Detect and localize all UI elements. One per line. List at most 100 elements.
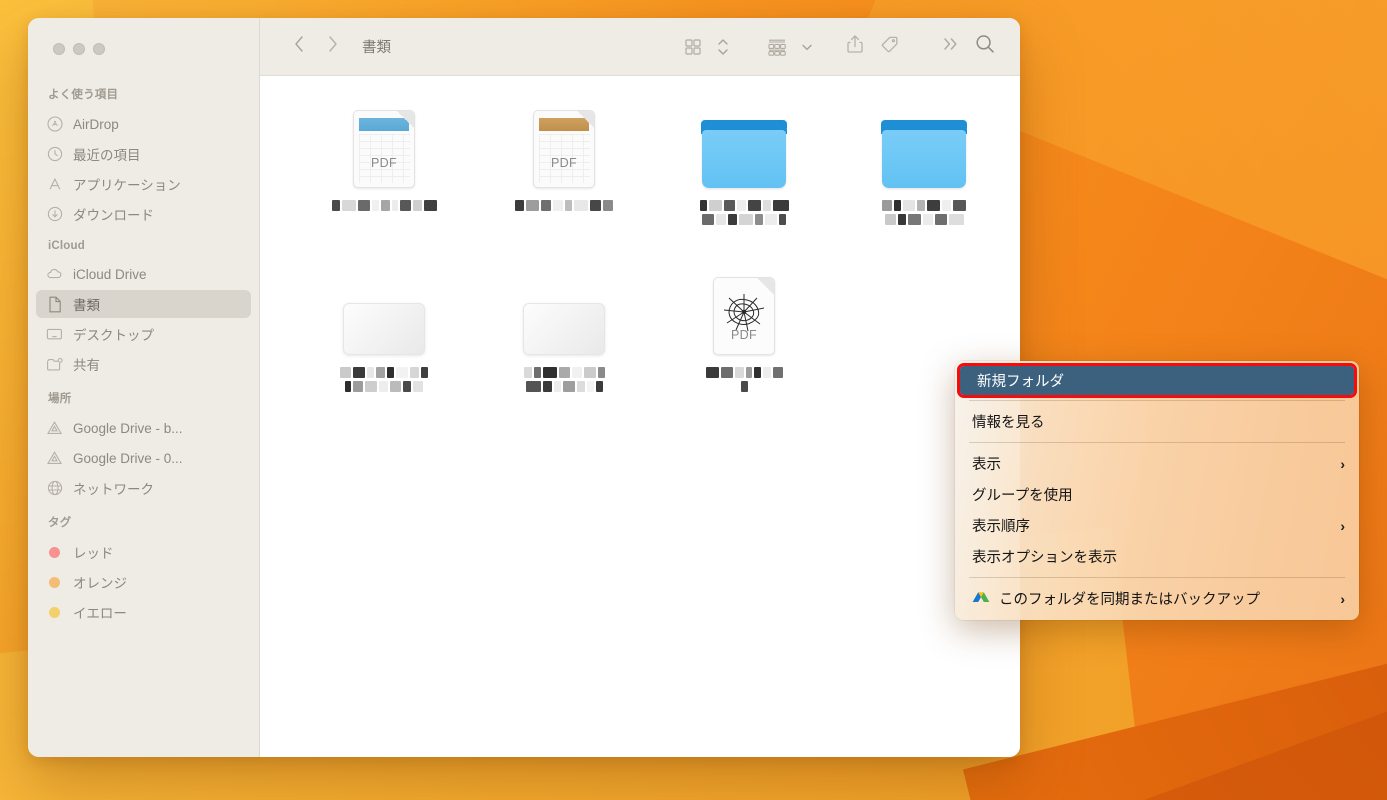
sidebar-item-tag-red[interactable]: レッド bbox=[36, 538, 251, 566]
view-mode-control[interactable] bbox=[680, 32, 736, 62]
sidebar-item-desktop[interactable]: デスクトップ bbox=[36, 320, 251, 348]
file-item[interactable] bbox=[294, 265, 474, 420]
file-thumbnail: PDF bbox=[713, 275, 775, 355]
file-thumbnail: PDF bbox=[353, 108, 415, 188]
chevron-right-icon: › bbox=[1340, 455, 1345, 472]
chevron-right-icon: › bbox=[1340, 517, 1345, 534]
sidebar-item-label: ダウンロード bbox=[73, 208, 154, 223]
pdf-document-icon: PDF bbox=[533, 110, 595, 188]
sidebar-item-label: iCloud Drive bbox=[73, 266, 147, 282]
sidebar-item-documents[interactable]: 書類 bbox=[36, 290, 251, 318]
context-menu-item-show-view-options[interactable]: 表示オプションを表示 bbox=[955, 541, 1359, 572]
sidebar-item-label: 書類 bbox=[73, 298, 100, 313]
finder-context-menu: 新規フォルダ 情報を見る 表示 › グループを使用 表示順序 › 表示オプション… bbox=[955, 361, 1359, 620]
sidebar-section-locations-title: 場所 bbox=[48, 393, 72, 405]
finder-main-pane: 書類 PDF PDF PDF bbox=[260, 18, 1020, 757]
context-menu-item-use-groups[interactable]: グループを使用 bbox=[955, 479, 1359, 510]
file-name-redacted bbox=[850, 200, 998, 225]
chevron-up-down-icon[interactable] bbox=[710, 32, 736, 62]
finder-window: よく使う項目 AirDrop 最近の項目 アプリケーション ダウンロード iCl… bbox=[28, 18, 1020, 757]
google-drive-icon bbox=[972, 591, 990, 607]
context-menu-item-get-info[interactable]: 情報を見る bbox=[955, 406, 1359, 437]
file-name-redacted bbox=[490, 367, 638, 392]
file-name-redacted bbox=[310, 367, 458, 392]
chevron-right-icon bbox=[327, 34, 339, 59]
file-name-redacted bbox=[310, 200, 458, 211]
menu-separator bbox=[969, 442, 1345, 443]
sidebar-item-label: 最近の項目 bbox=[73, 148, 141, 163]
group-by-control[interactable] bbox=[764, 32, 820, 62]
minimize-button[interactable] bbox=[73, 43, 85, 55]
finder-file-area[interactable]: PDF PDF PDF bbox=[260, 76, 1020, 757]
network-icon bbox=[46, 480, 63, 497]
double-chevron-right-icon bbox=[941, 35, 961, 58]
menu-separator bbox=[969, 577, 1345, 578]
sidebar-item-tag-orange[interactable]: オレンジ bbox=[36, 568, 251, 596]
more-toolbar-items-button[interactable] bbox=[934, 32, 968, 62]
google-drive-icon bbox=[46, 450, 63, 467]
finder-sidebar: よく使う項目 AirDrop 最近の項目 アプリケーション ダウンロード iCl… bbox=[28, 18, 260, 757]
context-menu-item-sort-order[interactable]: 表示順序 › bbox=[955, 510, 1359, 541]
sidebar-item-icloud-drive[interactable]: iCloud Drive bbox=[36, 260, 251, 288]
file-item[interactable]: PDF bbox=[294, 98, 474, 253]
file-item[interactable]: PDF bbox=[474, 98, 654, 253]
wallpaper-band-bottom-right-2 bbox=[1108, 669, 1387, 800]
sidebar-item-label: ネットワーク bbox=[73, 482, 154, 497]
pdf-spiderweb-icon: PDF bbox=[713, 277, 775, 355]
sidebar-item-label: Google Drive - 0... bbox=[73, 450, 183, 466]
sidebar-item-label: AirDrop bbox=[73, 116, 119, 132]
wallpaper-band-bottom-right bbox=[962, 619, 1387, 800]
forward-button[interactable] bbox=[316, 32, 350, 62]
blank-document-icon bbox=[343, 303, 425, 355]
airdrop-icon bbox=[46, 116, 63, 133]
sidebar-item-google-drive-0[interactable]: Google Drive - 0... bbox=[36, 444, 251, 472]
share-button[interactable] bbox=[838, 32, 872, 62]
desktop-icon bbox=[46, 326, 63, 343]
window-traffic-lights bbox=[28, 18, 259, 76]
sidebar-item-recents[interactable]: 最近の項目 bbox=[36, 140, 251, 168]
tag-dot-red-icon bbox=[46, 544, 63, 561]
close-button[interactable] bbox=[53, 43, 65, 55]
sidebar-item-downloads[interactable]: ダウンロード bbox=[36, 200, 251, 228]
file-item[interactable] bbox=[834, 98, 1014, 253]
folder-icon bbox=[881, 120, 967, 188]
sidebar-item-label: レッド bbox=[73, 546, 114, 561]
sidebar-item-label: Google Drive - b... bbox=[73, 420, 183, 436]
sidebar-item-airdrop[interactable]: AirDrop bbox=[36, 110, 251, 138]
download-icon bbox=[46, 206, 63, 223]
search-button[interactable] bbox=[968, 32, 1002, 62]
finder-toolbar: 書類 bbox=[260, 18, 1020, 76]
blank-document-icon bbox=[523, 303, 605, 355]
context-menu-item-view[interactable]: 表示 › bbox=[955, 448, 1359, 479]
grid-view-icon[interactable] bbox=[680, 32, 706, 62]
tag-button[interactable] bbox=[872, 32, 906, 62]
file-icon-grid: PDF PDF PDF bbox=[294, 98, 994, 420]
sidebar-item-shared[interactable]: 共有 bbox=[36, 350, 251, 378]
file-thumbnail bbox=[881, 108, 967, 188]
file-item[interactable] bbox=[474, 265, 654, 420]
tag-dot-orange-icon bbox=[46, 574, 63, 591]
group-by-icon[interactable] bbox=[764, 32, 790, 62]
sidebar-item-label: オレンジ bbox=[73, 576, 127, 591]
file-item[interactable] bbox=[654, 98, 834, 253]
sidebar-item-label: 共有 bbox=[73, 358, 100, 373]
file-thumbnail: PDF bbox=[533, 108, 595, 188]
sidebar-item-applications[interactable]: アプリケーション bbox=[36, 170, 251, 198]
folder-icon bbox=[701, 120, 787, 188]
context-menu-item-google-drive-sync[interactable]: このフォルダを同期またはバックアップ › bbox=[955, 583, 1359, 614]
chevron-down-icon[interactable] bbox=[794, 32, 820, 62]
search-icon bbox=[974, 33, 996, 60]
sidebar-item-tag-yellow[interactable]: イエロー bbox=[36, 598, 251, 626]
context-menu-item-new-folder[interactable]: 新規フォルダ bbox=[957, 363, 1357, 398]
chevron-right-icon: › bbox=[1340, 590, 1345, 607]
menu-separator bbox=[969, 400, 1345, 401]
sidebar-section-icloud-title: iCloud bbox=[48, 240, 85, 252]
sidebar-item-label: デスクトップ bbox=[73, 328, 154, 343]
zoom-button[interactable] bbox=[93, 43, 105, 55]
file-thumbnail bbox=[701, 108, 787, 188]
file-thumbnail bbox=[343, 275, 425, 355]
sidebar-item-network[interactable]: ネットワーク bbox=[36, 474, 251, 502]
file-item[interactable]: PDF bbox=[654, 265, 834, 420]
back-button[interactable] bbox=[282, 32, 316, 62]
sidebar-item-google-drive-b[interactable]: Google Drive - b... bbox=[36, 414, 251, 442]
